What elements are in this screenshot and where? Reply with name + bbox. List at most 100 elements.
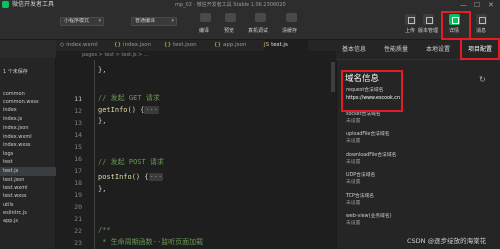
explorer-item-label: utils [3, 202, 14, 208]
code-line[interactable]: }, [98, 185, 106, 194]
line-gutter: 11 12 13 14 15 16 17 18 19 20 21 22 23 2… [56, 60, 88, 249]
minimize-icon[interactable]: — [460, 0, 467, 10]
line-number: 23 [74, 239, 82, 247]
code-line[interactable]: // 发起 POST 请求 [98, 158, 164, 167]
indent-guide [94, 60, 95, 249]
code-token: }, [98, 117, 107, 125]
code-function: postInfo() [98, 173, 141, 181]
explorer-item[interactable]: index [0, 106, 56, 115]
tab-label: app.json [223, 42, 247, 48]
tab-app-json[interactable]: {} app.json [214, 40, 264, 51]
close-icon[interactable]: ✕ [488, 0, 494, 10]
clear-cache-button[interactable]: 清缓存 [282, 28, 297, 34]
json-icon: {} [164, 42, 171, 48]
tab-performance[interactable]: 性能质量 [384, 40, 408, 60]
code-comment: /** [98, 226, 111, 234]
tab-index-json[interactable]: {} index.json [114, 40, 164, 51]
mode-select[interactable]: 小程序模式 ▾ [60, 17, 104, 26]
upload-icon[interactable] [405, 14, 416, 25]
tab-label: test.json [173, 42, 197, 48]
explorer-item-label: test.json [3, 177, 25, 183]
message-icon[interactable] [476, 14, 487, 25]
explorer-item[interactable]: test [0, 158, 56, 167]
domain-label: UDP合法域名 [346, 173, 376, 178]
domain-value: 未设置 [346, 139, 361, 144]
domain-label: downloadFile合法域名 [346, 153, 397, 158]
domain-label: request合法域名 [346, 88, 384, 93]
code-line[interactable]: postInfo() {··· [98, 173, 164, 182]
domain-label: web-view(业务域名) [346, 214, 392, 219]
line-number: 21 [74, 215, 82, 223]
line-number: 11 [74, 95, 82, 103]
explorer-item[interactable]: test.wxss [0, 192, 56, 201]
remote-debug-button[interactable]: 真机调试 [248, 28, 268, 34]
preview-icon[interactable] [225, 13, 236, 22]
folded-code[interactable]: ··· [148, 173, 164, 181]
preview-button[interactable]: 预览 [224, 28, 234, 34]
explorer-item-label: 1 个未保存 [3, 69, 28, 75]
maximize-icon[interactable]: ☐ [474, 0, 480, 10]
line-number: 12 [74, 107, 82, 115]
line-number: 19 [74, 191, 82, 199]
explorer-item[interactable]: app.js [0, 217, 56, 226]
code-line[interactable]: * 生命周期函数--监听页面加载 [98, 238, 203, 247]
explorer-item[interactable]: index.json [0, 124, 56, 133]
js-icon: JS [264, 42, 270, 48]
code-line[interactable]: /** [98, 226, 111, 235]
explorer-item[interactable]: index.js [0, 115, 56, 124]
code-token: }, [98, 66, 107, 74]
json-icon: {} [214, 42, 221, 48]
tab-test-js[interactable]: JS test.js [264, 40, 308, 51]
tab-index-wxml[interactable]: ◇ index.wxml [60, 40, 114, 51]
mode-select-value: 小程序模式 [64, 18, 90, 24]
domain-value: 未设置 [346, 180, 361, 185]
line-number: 20 [74, 203, 82, 211]
explorer-item-label: logs [3, 151, 14, 157]
clear-cache-icon[interactable] [286, 13, 297, 22]
upload-button[interactable]: 上传 [405, 28, 415, 34]
line-number: 17 [74, 167, 82, 175]
tab-basic-info[interactable]: 基本信息 [342, 40, 366, 60]
folded-code[interactable]: ··· [144, 106, 160, 114]
explorer-item[interactable]: 1 个未保存 [0, 68, 56, 77]
refresh-icon[interactable]: ↻ [479, 75, 486, 84]
domain-value: 未设置 [346, 221, 361, 226]
explorer-item[interactable]: test.js [0, 167, 56, 176]
details-button[interactable]: 详情 [449, 28, 459, 34]
code-line[interactable]: }, [98, 66, 106, 75]
line-number: 16 [74, 155, 82, 163]
domain-value: 未设置 [346, 160, 361, 165]
toolbar: 小程序模式 ▾ 普通编译 ▾ 编译 预览 真机调试 清缓存 上传 版本管理 详情… [0, 10, 500, 40]
app-title: 微信开发者工具 [12, 1, 55, 8]
explorer-item-label: index.js [3, 116, 23, 122]
code-line[interactable]: // 发起 GET 请求 [98, 94, 160, 103]
message-button[interactable]: 消息 [476, 28, 486, 34]
explorer-item-label: test.wxss [3, 193, 27, 199]
details-icon[interactable] [449, 14, 460, 25]
domain-value: 未设置 [346, 201, 361, 206]
explorer-item[interactable]: index.wxss [0, 141, 56, 150]
line-number: 13 [74, 119, 82, 127]
tab-project-config[interactable]: 项目配置 [468, 40, 492, 60]
compile-button[interactable]: 编译 [199, 28, 209, 34]
explorer-item-label: test.wxml [3, 185, 28, 191]
version-button[interactable]: 版本管理 [418, 28, 438, 34]
compile-icon[interactable] [200, 13, 211, 22]
compile-mode-select[interactable]: 普通编译 ▾ [131, 17, 177, 26]
wechat-devtools-icon [2, 1, 9, 8]
editor-scrollbar[interactable] [331, 62, 335, 92]
tab-test-json[interactable]: {} test.json [164, 40, 214, 51]
tab-local-settings[interactable]: 本地设置 [426, 40, 450, 60]
version-icon[interactable] [423, 14, 434, 25]
line-number: 15 [74, 143, 82, 151]
tab-label: index.json [123, 42, 152, 48]
breadcrumb[interactable]: pages > test > test.js > ... [56, 51, 336, 60]
code-line[interactable]: }, [98, 117, 106, 126]
domain-value: https://www.escook.cn [346, 96, 400, 101]
explorer-header [0, 40, 56, 58]
remote-debug-icon[interactable] [255, 13, 266, 22]
explorer-item-label: app.js [3, 218, 18, 224]
watermark: CSDN @逐步绽放的海棠花 [407, 237, 487, 245]
editor-tabs: ◇ index.wxml {} index.json {} test.json {} a… [56, 40, 336, 51]
code-line[interactable]: getInfo() {··· [98, 106, 160, 115]
